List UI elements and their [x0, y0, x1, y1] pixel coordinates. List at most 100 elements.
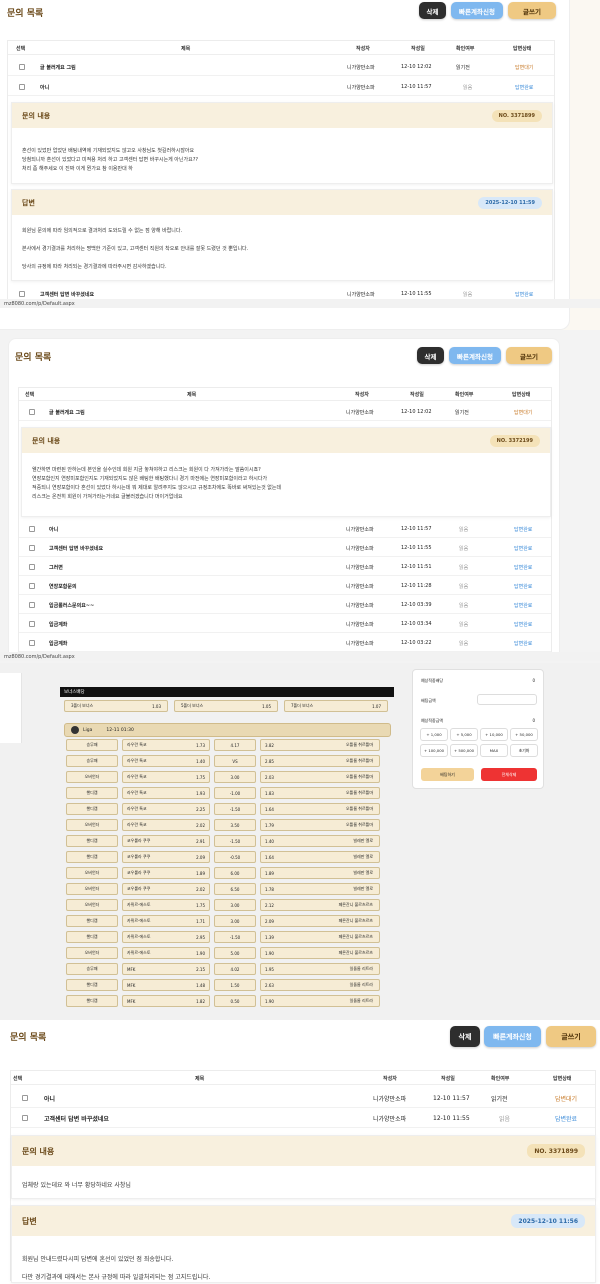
draw-handicap-button[interactable]: 6.00 — [214, 867, 256, 879]
delete-button[interactable]: 삭제 — [417, 347, 444, 364]
bonus-item[interactable]: 7폴더 보너스 1.07 — [284, 700, 388, 712]
draw-handicap-button[interactable]: 4.02 — [214, 963, 256, 975]
draw-handicap-button[interactable]: 5.00 — [214, 947, 256, 959]
bonus-item[interactable]: 3폴더 보너스 1.03 — [64, 700, 168, 712]
away-odds-button[interactable]: 2.63 일돌롬 리트라 — [260, 979, 380, 991]
draw-handicap-button[interactable]: -1.50 — [214, 931, 256, 943]
amount-button[interactable]: + 5,000 — [450, 728, 478, 741]
row-checkbox[interactable] — [29, 640, 35, 646]
fast-account-button[interactable]: 빠른계좌신청 — [449, 347, 501, 364]
home-odds-button[interactable]: 라우란 톡코 1.73 — [122, 739, 210, 751]
bet-amount-input[interactable] — [477, 694, 537, 705]
home-odds-button[interactable]: 카뮈르-에스토 1.71 — [122, 915, 210, 927]
fast-account-button[interactable]: 빠른계좌신청 — [484, 1026, 541, 1047]
row-title[interactable]: 고객센터 답변 바꾸셨네요 — [40, 291, 94, 298]
table-row[interactable]: 입금계좌 니가양만소파 12-10 03:22 읽음 답변완료 — [19, 635, 551, 652]
away-odds-button[interactable]: 1.64 빌레판 엘로 — [260, 851, 380, 863]
away-odds-button[interactable]: 1.89 빌레판 엘로 — [260, 867, 380, 879]
draw-handicap-button[interactable]: -1.00 — [214, 787, 256, 799]
row-title[interactable]: 아니 — [44, 1094, 55, 1103]
home-odds-button[interactable]: 카뮈르-에스토 2.95 — [122, 931, 210, 943]
write-button[interactable]: 글쓰기 — [508, 2, 556, 19]
home-odds-button[interactable]: 라우란 톡코 1.93 — [122, 787, 210, 799]
home-odds-button[interactable]: 라우란 톡코 2.02 — [122, 819, 210, 831]
away-odds-button[interactable]: 1.64 오틀룸 취르틀마 — [260, 803, 380, 815]
away-odds-button[interactable]: 1.78 빌레판 엘로 — [260, 883, 380, 895]
row-title[interactable]: 그러면 — [49, 564, 63, 571]
table-row[interactable]: 고객센터 답변 바꾸셨네요 니가양만소파 12-10 11:55 읽음 답변완료 — [19, 540, 551, 557]
amount-button[interactable]: + 100,000 — [420, 744, 448, 757]
amount-button[interactable]: + 50,000 — [510, 728, 538, 741]
amount-button[interactable]: 초기화 — [510, 744, 538, 757]
row-checkbox[interactable] — [19, 291, 25, 297]
delete-button[interactable]: 삭제 — [450, 1026, 480, 1047]
draw-handicap-button[interactable]: -1.50 — [214, 835, 256, 847]
away-odds-button[interactable]: 1.83 오틀룸 취르틀마 — [260, 787, 380, 799]
draw-handicap-button[interactable]: 3.50 — [214, 819, 256, 831]
home-odds-button[interactable]: 코우룰라 쿠쿠 1.89 — [122, 867, 210, 879]
row-title[interactable]: 연장포함문의 — [49, 583, 77, 590]
row-title[interactable]: 입금계좌 — [49, 640, 67, 647]
write-button[interactable]: 글쓰기 — [546, 1026, 596, 1047]
row-checkbox[interactable] — [29, 583, 35, 589]
away-odds-button[interactable]: 1.95 일돌롬 리트라 — [260, 963, 380, 975]
row-checkbox[interactable] — [29, 621, 35, 627]
draw-handicap-button[interactable]: 6.50 — [214, 883, 256, 895]
row-checkbox[interactable] — [22, 1115, 28, 1121]
table-row[interactable]: 연장포함문의 니가양만소파 12-10 11:28 읽음 답변완료 — [19, 578, 551, 595]
row-checkbox[interactable] — [19, 84, 25, 90]
away-odds-button[interactable]: 1.39 페른잔니 불르츠르츠 — [260, 931, 380, 943]
delete-button[interactable]: 삭제 — [419, 2, 446, 19]
draw-handicap-button[interactable]: -1.50 — [214, 803, 256, 815]
home-odds-button[interactable]: 코우룰라 쿠쿠 2.91 — [122, 835, 210, 847]
away-odds-button[interactable]: 1.40 빌레판 엘로 — [260, 835, 380, 847]
table-row[interactable]: 글 불러게요 그림 니가양만소파 12-10 12:02 읽기전 답변대기 — [8, 59, 554, 76]
draw-handicap-button[interactable]: 3.00 — [214, 899, 256, 911]
row-title[interactable]: 아니 — [40, 84, 49, 91]
away-odds-button[interactable]: 1.90 일돌롬 리트라 — [260, 995, 380, 1007]
table-row[interactable]: 아니 니가양만소파 12-10 11:57 읽기전 답변대기 — [11, 1089, 595, 1108]
amount-button[interactable]: + 500,000 — [450, 744, 478, 757]
row-title[interactable]: 글 불러게요 그림 — [40, 64, 76, 71]
away-odds-button[interactable]: 1.79 오틀룸 취르틀마 — [260, 819, 380, 831]
row-title[interactable]: 고객센터 답변 바꾸셨네요 — [49, 545, 103, 552]
away-odds-button[interactable]: 1.90 페른잔니 불르츠르츠 — [260, 947, 380, 959]
row-checkbox[interactable] — [22, 1095, 28, 1101]
away-odds-button[interactable]: 2.85 오틀룸 취르틀마 — [260, 755, 380, 767]
home-odds-button[interactable]: MFK 1.82 — [122, 995, 210, 1007]
row-checkbox[interactable] — [29, 564, 35, 570]
draw-handicap-button[interactable]: 4.17 — [214, 739, 256, 751]
bet-button[interactable]: 배팅하기 — [421, 768, 474, 781]
draw-handicap-button[interactable]: -0.50 — [214, 851, 256, 863]
row-title[interactable]: 입금계좌 — [49, 621, 67, 628]
table-row[interactable]: 그러면 니가양만소파 12-10 11:51 읽음 답변완료 — [19, 559, 551, 576]
draw-handicap-button[interactable]: VS — [214, 755, 256, 767]
clear-all-button[interactable]: 전체삭제 — [481, 768, 537, 781]
amount-button[interactable]: + 10,000 — [480, 728, 508, 741]
row-checkbox[interactable] — [29, 545, 35, 551]
home-odds-button[interactable]: 라우란 톡코 2.25 — [122, 803, 210, 815]
home-odds-button[interactable]: 카뮈르-에스토 1.90 — [122, 947, 210, 959]
draw-handicap-button[interactable]: 3.00 — [214, 915, 256, 927]
amount-button[interactable]: + 1,000 — [420, 728, 448, 741]
table-row[interactable]: 아니 니가양만소파 12-10 11:57 읽음 답변완료 — [8, 79, 554, 96]
write-button[interactable]: 글쓰기 — [506, 347, 552, 364]
draw-handicap-button[interactable]: 3.00 — [214, 771, 256, 783]
home-odds-button[interactable]: MFK 2.15 — [122, 963, 210, 975]
home-odds-button[interactable]: 코우룰라 쿠쿠 2.09 — [122, 851, 210, 863]
table-row[interactable]: 글 불러게요 그림 니가양만소파 12-10 12:02 읽기전 답변대기 — [19, 404, 551, 421]
home-odds-button[interactable]: 라우란 톡코 1.75 — [122, 771, 210, 783]
away-odds-button[interactable]: 2.03 오틀룸 취르틀마 — [260, 771, 380, 783]
fast-account-button[interactable]: 빠른계좌신청 — [451, 2, 503, 19]
table-row[interactable]: 고객센터 답변 바꾸셨네요 니가양만소파 12-10 11:55 읽음 답변완료 — [11, 1109, 595, 1128]
row-checkbox[interactable] — [29, 526, 35, 532]
row-title[interactable]: 글 불러게요 그림 — [49, 409, 85, 416]
row-title[interactable]: 고객센터 답변 바꾸셨네요 — [44, 1114, 109, 1123]
amount-button[interactable]: MAX — [480, 744, 508, 757]
row-checkbox[interactable] — [29, 409, 35, 415]
home-odds-button[interactable]: 코우룰라 쿠쿠 2.02 — [122, 883, 210, 895]
away-odds-button[interactable]: 3.82 오틀룸 취르틀마 — [260, 739, 380, 751]
table-row[interactable]: 입금계좌 니가양만소파 12-10 03:34 읽음 답변완료 — [19, 616, 551, 633]
home-odds-button[interactable]: MFK 1.48 — [122, 979, 210, 991]
away-odds-button[interactable]: 2.12 페른잔니 불르츠르츠 — [260, 899, 380, 911]
